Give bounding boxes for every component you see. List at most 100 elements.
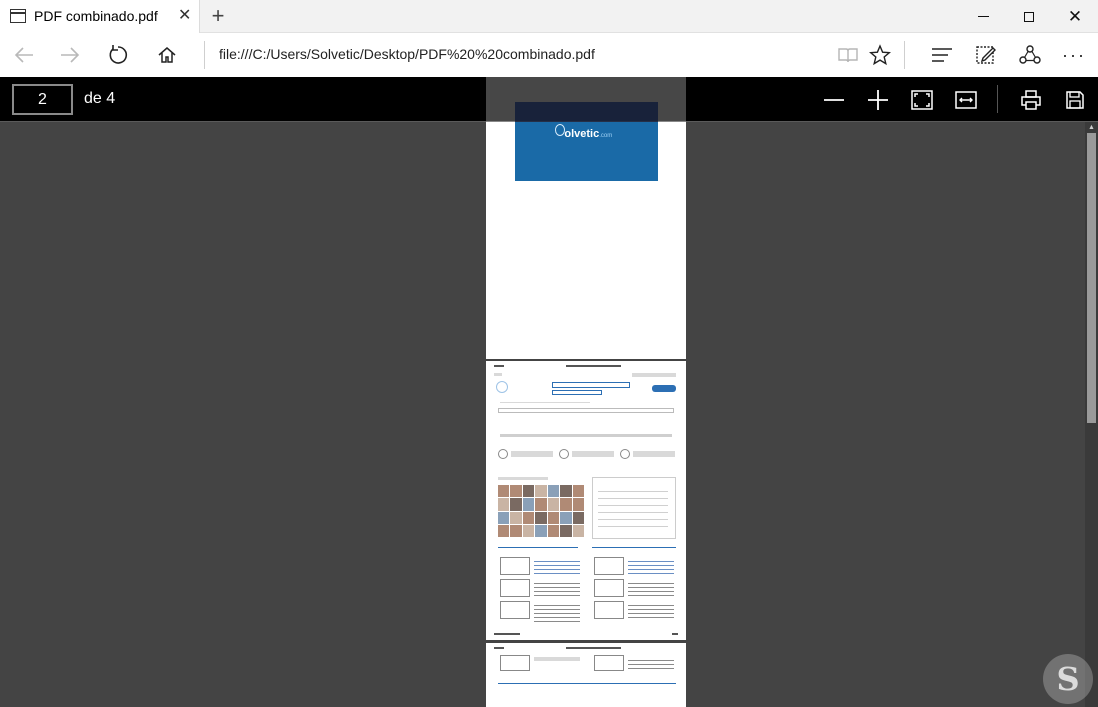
- home-button[interactable]: [145, 33, 189, 77]
- scrollbar-thumb[interactable]: [1087, 133, 1096, 423]
- share-button[interactable]: [1008, 33, 1052, 77]
- page-footer-text: [494, 633, 520, 635]
- more-button[interactable]: ···: [1052, 33, 1096, 77]
- title-bar: PDF combinado.pdf ✕ + ✕: [0, 0, 1098, 33]
- minus-icon: [824, 98, 844, 101]
- save-icon: [1066, 90, 1084, 109]
- divider: [904, 41, 905, 69]
- fit-to-width-button[interactable]: [946, 77, 986, 122]
- logo-suffix: .com: [599, 133, 613, 139]
- share-icon: [1019, 45, 1041, 64]
- pdf-document: Solvetic.com: [486, 77, 686, 707]
- print-button[interactable]: [1011, 77, 1051, 122]
- site-search-box: [552, 382, 630, 388]
- cover-overlay: [515, 102, 658, 122]
- category-circle: [559, 449, 569, 459]
- category-circle: [498, 449, 508, 459]
- close-icon: ✕: [1067, 7, 1083, 26]
- category-circle: [620, 449, 630, 459]
- maximize-button[interactable]: [1006, 0, 1052, 33]
- close-window-button[interactable]: ✕: [1052, 0, 1098, 33]
- page-header-text: [494, 365, 504, 367]
- book-icon: [838, 48, 858, 63]
- scroll-up-arrow-icon[interactable]: ▲: [1087, 124, 1096, 132]
- logo-text: olvetic: [564, 128, 600, 140]
- refresh-button[interactable]: [96, 33, 140, 77]
- section-divider: [592, 547, 676, 548]
- article-thumb: [500, 655, 530, 671]
- site-list-items: [598, 485, 668, 531]
- page-icons: [494, 373, 502, 376]
- fit-to-page-button[interactable]: [902, 77, 942, 122]
- article-text: [628, 580, 674, 596]
- hub-icon: [932, 48, 952, 62]
- article-text: [534, 558, 580, 574]
- maximize-icon: [1024, 11, 1034, 22]
- page-login-buttons: [632, 373, 676, 377]
- article-thumb: [500, 579, 530, 597]
- category-text: [511, 451, 553, 457]
- pen-icon: [976, 46, 996, 64]
- page-icon: [10, 9, 26, 23]
- site-dropdown: [552, 390, 602, 395]
- tab-close-button[interactable]: ✕: [178, 6, 191, 26]
- article-thumb: [594, 557, 624, 575]
- back-button[interactable]: [2, 33, 46, 77]
- page-header-text: [494, 647, 504, 649]
- hub-button[interactable]: [920, 33, 964, 77]
- article-text: [534, 657, 580, 661]
- address-bar[interactable]: file:///C:/Users/Solvetic/Desktop/PDF%20…: [219, 46, 595, 62]
- more-icon: ···: [1062, 44, 1086, 65]
- watermark-logo: S: [1043, 654, 1093, 704]
- article-text: [534, 602, 580, 624]
- page-number-input[interactable]: 2: [12, 84, 73, 115]
- star-icon: [869, 44, 891, 66]
- article-thumb: [500, 601, 530, 619]
- page-header-title: [566, 365, 621, 367]
- zoom-out-button[interactable]: [814, 77, 854, 122]
- tab-title: PDF combinado.pdf: [34, 8, 158, 24]
- page-header-title: [566, 647, 621, 649]
- forward-arrow-icon: [61, 47, 80, 63]
- page-footer-number: [672, 633, 678, 635]
- pdf-page-2: [486, 361, 686, 640]
- new-tab-button[interactable]: +: [206, 3, 230, 29]
- article-text: [628, 657, 674, 669]
- article-text: [628, 558, 674, 574]
- section-divider: [498, 547, 578, 548]
- zoom-in-button[interactable]: [858, 77, 898, 122]
- save-button[interactable]: [1055, 77, 1095, 122]
- article-text: [534, 580, 580, 596]
- article-thumb: [500, 557, 530, 575]
- category-text: [633, 451, 675, 457]
- fit-page-icon: [911, 89, 933, 110]
- forward-button[interactable]: [48, 33, 92, 77]
- web-note-button[interactable]: [964, 33, 1008, 77]
- minimize-button[interactable]: [960, 0, 1006, 33]
- refresh-icon: [109, 45, 128, 64]
- site-category-row: [500, 434, 672, 437]
- divider: [204, 41, 205, 69]
- section-divider: [498, 683, 676, 684]
- pdf-page-3: [486, 643, 686, 707]
- article-thumb: [594, 579, 624, 597]
- page-total-label: de 4: [84, 90, 116, 107]
- navigation-bar: file:///C:/Users/Solvetic/Desktop/PDF%20…: [0, 33, 1098, 77]
- section-title: [498, 477, 548, 480]
- browser-tab[interactable]: PDF combinado.pdf ✕: [0, 0, 200, 33]
- site-banner: [498, 408, 674, 413]
- article-text: [628, 602, 674, 618]
- favorite-button[interactable]: [858, 33, 902, 77]
- cover-logo: Solvetic.com: [557, 128, 612, 140]
- toolbar-divider: [997, 85, 998, 113]
- article-thumb: [594, 655, 624, 671]
- article-thumb: [594, 601, 624, 619]
- home-icon: [158, 47, 176, 63]
- social-icons: [652, 385, 676, 392]
- plus-icon: [868, 89, 888, 110]
- fit-width-icon: [955, 90, 977, 109]
- category-text: [572, 451, 614, 457]
- back-arrow-icon: [14, 47, 33, 63]
- pdf-viewer: 2 de 4 Solvetic.com: [0, 77, 1098, 707]
- watermark-letter: S: [1056, 660, 1080, 698]
